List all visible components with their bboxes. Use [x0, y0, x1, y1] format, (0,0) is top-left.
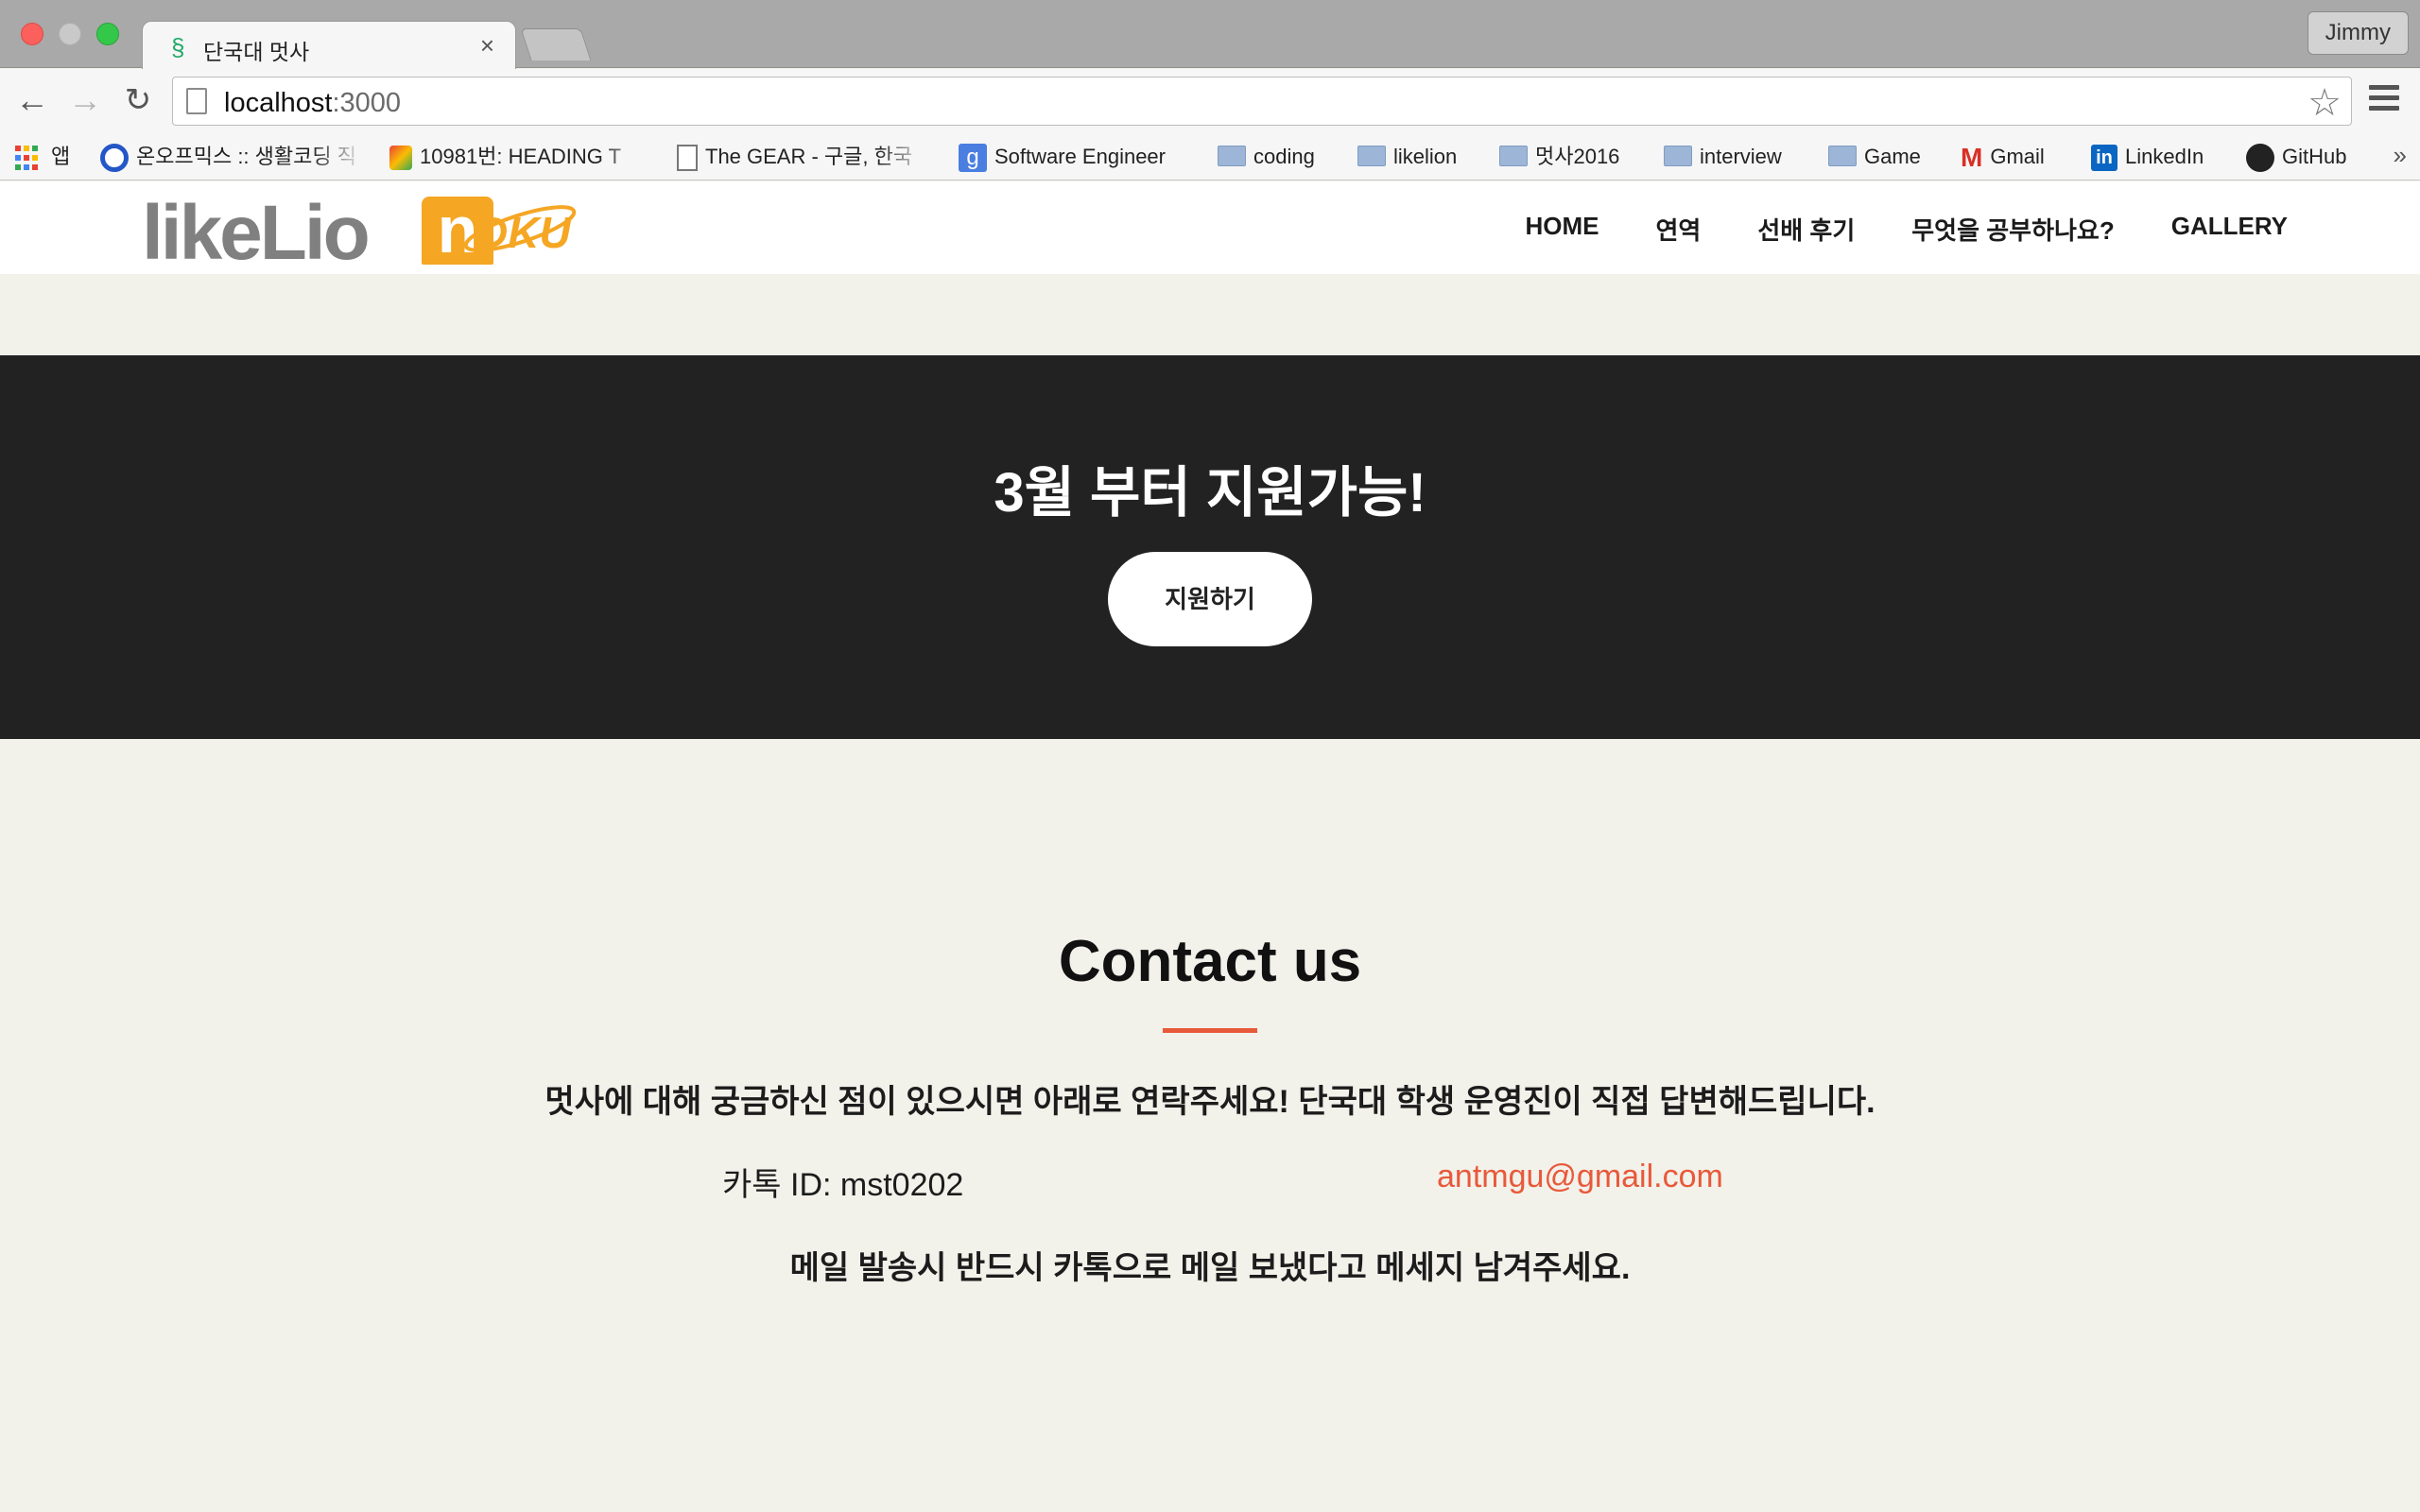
bookmark-label: coding	[1253, 145, 1315, 168]
bookmark-label: LinkedIn	[2125, 145, 2204, 168]
contact-divider	[1163, 1028, 1257, 1033]
acmicpc-icon	[389, 146, 412, 171]
bookmark-the-gear[interactable]: The GEAR - 구글, 한국	[677, 141, 928, 173]
apply-banner: 3월 부터 지원가능! 지원하기	[0, 355, 2420, 739]
forward-arrow-icon[interactable]: →	[62, 78, 108, 124]
bookmark-label: 10981번: HEADING T	[420, 145, 622, 168]
url-text[interactable]: localhost:3000	[224, 88, 401, 119]
contact-email-link[interactable]: antmgu@gmail.com	[1437, 1159, 1723, 1195]
folder-icon	[1218, 146, 1246, 167]
contact-title: Contact us	[1058, 929, 1362, 994]
nav-curriculum[interactable]: 무엇을 공부하나요?	[1911, 212, 2114, 247]
browser-titlebar: § 단국대 멋사 × Jimmy	[0, 0, 2420, 70]
main-nav: HOME 연역 선배 후기 무엇을 공부하나요? GALLERY	[1526, 212, 2288, 247]
nav-reviews[interactable]: 선배 후기	[1757, 212, 1855, 247]
bookmark-acmicpc[interactable]: 10981번: HEADING T	[389, 141, 652, 173]
bookmark-folder-coding[interactable]: coding	[1218, 141, 1315, 173]
nav-home[interactable]: HOME	[1526, 212, 1599, 247]
bookmark-folder-mutsa2016[interactable]: 멋사2016	[1499, 141, 1619, 173]
onoffmix-icon	[100, 144, 129, 173]
bookmark-software-engineer[interactable]: g Software Engineer	[959, 141, 1166, 173]
bookmark-label: Gmail	[1990, 145, 2045, 168]
url-port: :3000	[332, 88, 402, 118]
folder-icon	[1828, 146, 1857, 167]
bookmark-label: Game	[1864, 145, 1921, 168]
bookmark-label: GitHub	[2282, 145, 2347, 168]
google-icon: g	[959, 144, 987, 173]
bookmark-label: Software Engineer	[994, 145, 1166, 168]
bookmark-github[interactable]: GitHub	[2246, 141, 2346, 173]
browser-menu-icon[interactable]	[2369, 85, 2399, 115]
logo-dku-text: DKU	[476, 208, 572, 257]
bookmark-folder-game[interactable]: Game	[1828, 141, 1921, 173]
reload-icon[interactable]: ↻	[115, 78, 161, 124]
logo-wordmark: likeLio	[142, 190, 371, 276]
bookmark-label: The GEAR - 구글, 한국	[705, 145, 913, 168]
folder-icon	[1499, 146, 1528, 167]
browser-toolbar: ← → ↻ localhost:3000 ☆	[0, 69, 2420, 133]
contact-note: 메일 발송시 반드시 카톡으로 메일 보냈다고 메세지 남겨주세요.	[789, 1250, 1631, 1286]
window-maximize-button[interactable]	[96, 23, 119, 45]
bookmark-apps[interactable]: 앱	[15, 141, 70, 173]
bookmark-onoffmix[interactable]: 온오프믹스 :: 생활코딩 직	[100, 141, 365, 173]
dku-logo-icon: DKU	[463, 205, 577, 257]
bookmark-label: likelion	[1393, 145, 1458, 168]
bookmark-label: 온오프믹스 :: 생활코딩 직	[136, 145, 356, 168]
apply-banner-title: 3월 부터 지원가능!	[994, 462, 1426, 524]
bookmark-label: 앱	[51, 145, 71, 168]
bookmark-linkedin[interactable]: in LinkedIn	[2091, 141, 2204, 173]
site-header: likeLio n DKU HOME 연역 선배 후기 무엇을 공부하나요? G…	[0, 181, 2420, 276]
bookmark-label: 멋사2016	[1535, 145, 1620, 168]
tab-close-icon[interactable]: ×	[480, 31, 494, 60]
bookmarks-bar: 앱 온오프믹스 :: 생활코딩 직 10981번: HEADING T The …	[0, 133, 2420, 180]
address-bar[interactable]: localhost:3000 ☆	[172, 77, 2352, 126]
linkedin-icon: in	[2091, 145, 2118, 172]
page-icon	[186, 88, 207, 114]
nav-history[interactable]: 연역	[1656, 212, 1702, 247]
folder-icon	[1664, 146, 1692, 167]
window-close-button[interactable]	[21, 23, 43, 45]
nav-gallery[interactable]: GALLERY	[2171, 212, 2288, 247]
gmail-icon: M	[1961, 143, 1983, 173]
bookmark-star-icon[interactable]: ☆	[2308, 81, 2342, 125]
contact-description: 멋사에 대해 궁금하신 점이 있으시면 아래로 연락주세요! 단국대 학생 운영…	[544, 1084, 1876, 1120]
kakao-id: 카톡 ID: mst0202	[722, 1167, 964, 1203]
browser-tab-active[interactable]: § 단국대 멋사 ×	[142, 21, 516, 70]
bookmarks-overflow-icon[interactable]: »	[2394, 141, 2407, 170]
apply-button[interactable]: 지원하기	[1108, 552, 1312, 646]
likelion-favicon-icon: §	[171, 33, 185, 61]
apps-grid-icon	[15, 146, 40, 170]
bookmark-folder-interview[interactable]: interview	[1664, 141, 1782, 173]
bookmark-label: interview	[1700, 145, 1782, 168]
github-icon	[2246, 144, 2274, 173]
profile-button[interactable]: Jimmy	[2307, 11, 2409, 55]
window-minimize-button[interactable]	[59, 23, 81, 45]
tab-title: 단국대 멋사	[203, 40, 310, 64]
likelion-dku-logo[interactable]: likeLio n DKU	[142, 190, 577, 276]
bookmark-gmail[interactable]: M Gmail	[1961, 141, 2045, 173]
new-tab-button[interactable]	[520, 28, 592, 60]
page-icon	[677, 145, 698, 172]
folder-icon	[1357, 146, 1386, 167]
back-arrow-icon[interactable]: ←	[9, 78, 55, 124]
url-host: localhost	[224, 88, 333, 118]
bookmark-folder-likelion[interactable]: likelion	[1357, 141, 1457, 173]
